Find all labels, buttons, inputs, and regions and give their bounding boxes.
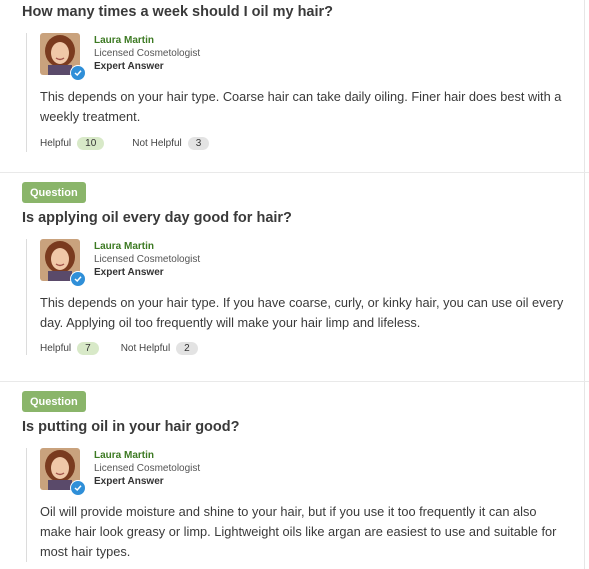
qa-item: How many times a week should I oil my ha… — [0, 0, 589, 172]
vote-row: Helpful 10 Not Helpful 3 — [40, 137, 589, 150]
expert-meta: Laura Martin Licensed Cosmetologist Expe… — [94, 449, 200, 488]
question-badge: Question — [22, 391, 86, 412]
expert-answer: Laura Martin Licensed Cosmetologist Expe… — [26, 33, 589, 152]
expert-name[interactable]: Laura Martin — [94, 449, 200, 462]
not-helpful-count: 3 — [187, 137, 210, 150]
question-title: Is putting oil in your hair good? — [22, 419, 240, 435]
helpful-button[interactable]: Helpful — [40, 138, 71, 149]
verified-check-icon — [70, 480, 86, 496]
verified-check-icon — [70, 65, 86, 81]
question-title: Is applying oil every day good for hair? — [22, 210, 292, 226]
expert-avatar[interactable] — [40, 448, 86, 496]
expert-avatar[interactable] — [40, 33, 86, 81]
expert-info: Laura Martin Licensed Cosmetologist Expe… — [40, 33, 589, 81]
answer-text: Oil will provide moisture and shine to y… — [40, 504, 557, 559]
answer-text: This depends on your hair type. Coarse h… — [40, 89, 562, 124]
expert-role: Licensed Cosmetologist — [94, 48, 201, 59]
expert-avatar[interactable] — [40, 239, 86, 287]
helpful-count: 7 — [77, 342, 99, 355]
expert-name[interactable]: Laura Martin — [94, 34, 200, 47]
expert-info: Laura Martin Licensed Cosmetologist Expe… — [40, 239, 589, 287]
expert-answer-label: Expert Answer — [94, 476, 164, 487]
expert-role: Licensed Cosmetologist — [94, 463, 201, 474]
expert-meta: Laura Martin Licensed Cosmetologist Expe… — [94, 34, 200, 73]
helpful-button[interactable]: Helpful — [40, 343, 71, 354]
answer-text: This depends on your hair type. If you h… — [40, 295, 564, 330]
expert-answer-label: Expert Answer — [94, 61, 164, 72]
verified-check-icon — [70, 271, 86, 287]
vote-row: Helpful 7 Not Helpful 2 — [40, 342, 589, 355]
question-title: How many times a week should I oil my ha… — [22, 4, 334, 20]
not-helpful-count: 2 — [176, 342, 198, 355]
qa-item: Question Is putting oil in your hair goo… — [0, 381, 589, 562]
expert-info: Laura Martin Licensed Cosmetologist Expe… — [40, 448, 589, 496]
expert-answer: Laura Martin Licensed Cosmetologist Expe… — [26, 448, 589, 562]
question-badge: Question — [22, 182, 86, 203]
qa-item: Question Is applying oil every day good … — [0, 172, 589, 381]
not-helpful-button[interactable]: Not Helpful — [121, 343, 170, 354]
expert-name[interactable]: Laura Martin — [94, 240, 200, 253]
expert-meta: Laura Martin Licensed Cosmetologist Expe… — [94, 240, 200, 279]
helpful-count: 10 — [77, 137, 105, 150]
not-helpful-button[interactable]: Not Helpful — [132, 138, 181, 149]
expert-answer: Laura Martin Licensed Cosmetologist Expe… — [26, 239, 589, 355]
expert-role: Licensed Cosmetologist — [94, 254, 201, 265]
expert-answer-label: Expert Answer — [94, 267, 164, 278]
